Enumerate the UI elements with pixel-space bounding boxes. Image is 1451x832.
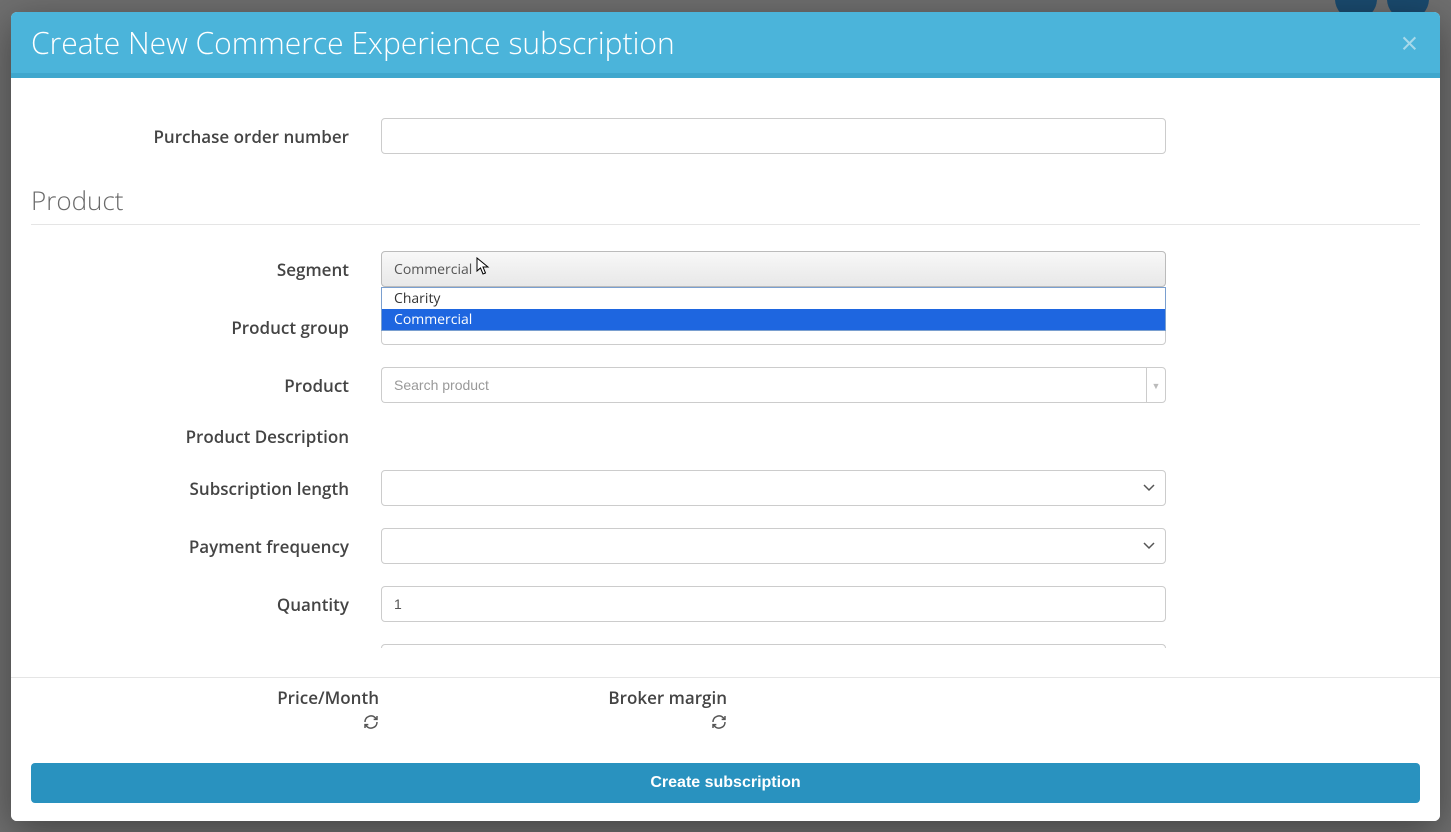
row-quantity: Quantity xyxy=(31,586,1420,622)
modal-footer: Price/Month Broker margin Create subscri… xyxy=(11,677,1440,821)
modal-header: Create New Commerce Experience subscript… xyxy=(11,12,1440,78)
segment-option-charity[interactable]: Charity xyxy=(382,288,1165,309)
price-month-block: Price/Month xyxy=(31,686,379,735)
broker-margin-block: Broker margin xyxy=(379,686,727,735)
row-product-description: Product Description xyxy=(31,425,1420,448)
modal-scroll-area[interactable]: Purchase order number Product Segment Co… xyxy=(11,78,1440,677)
row-segment: Segment Commercial Charity Commercial xyxy=(31,251,1420,287)
row-product: Product ▼ xyxy=(31,367,1420,403)
label-product-group: Product group xyxy=(31,316,381,339)
segment-option-commercial[interactable]: Commercial xyxy=(382,309,1165,330)
product-search-caret-icon[interactable]: ▼ xyxy=(1146,367,1166,403)
modal-body: Purchase order number Product Segment Co… xyxy=(11,78,1440,677)
section-heading-product: Product xyxy=(31,182,1420,218)
row-purchase-order: Purchase order number xyxy=(31,118,1420,154)
create-subscription-modal: Create New Commerce Experience subscript… xyxy=(11,12,1440,821)
modal-title: Create New Commerce Experience subscript… xyxy=(31,22,1401,63)
create-subscription-button[interactable]: Create subscription xyxy=(31,763,1420,803)
label-product-description: Product Description xyxy=(31,425,381,448)
close-icon[interactable]: × xyxy=(1401,28,1418,58)
segment-select-value: Commercial xyxy=(394,260,472,279)
refresh-broker-icon[interactable] xyxy=(711,713,727,735)
refresh-price-icon[interactable] xyxy=(363,713,379,735)
label-segment: Segment xyxy=(31,258,381,281)
row-cutoff xyxy=(31,644,1420,648)
segment-select[interactable]: Commercial xyxy=(381,251,1166,287)
product-search-input[interactable] xyxy=(381,367,1146,403)
label-purchase-order: Purchase order number xyxy=(31,125,381,148)
label-payment-frequency: Payment frequency xyxy=(31,535,381,558)
payment-frequency-select[interactable] xyxy=(381,528,1166,564)
label-subscription-length: Subscription length xyxy=(31,477,381,500)
label-broker-margin: Broker margin xyxy=(379,686,727,709)
row-payment-frequency: Payment frequency xyxy=(31,528,1420,564)
quantity-input[interactable] xyxy=(381,586,1166,622)
purchase-order-input[interactable] xyxy=(381,118,1166,154)
segment-dropdown: Charity Commercial xyxy=(381,287,1166,331)
label-quantity: Quantity xyxy=(31,593,381,616)
subscription-length-select[interactable] xyxy=(381,470,1166,506)
section-divider xyxy=(31,224,1420,225)
label-price-month: Price/Month xyxy=(31,686,379,709)
label-product: Product xyxy=(31,374,381,397)
row-subscription-length: Subscription length xyxy=(31,470,1420,506)
